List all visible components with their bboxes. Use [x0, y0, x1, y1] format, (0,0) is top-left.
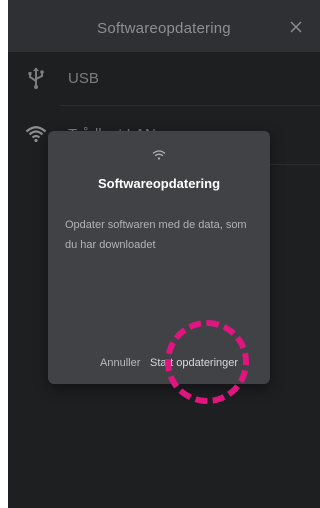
- usb-icon: [16, 52, 56, 104]
- dialog-actions: Annuller Start opdateringer: [48, 353, 270, 373]
- divider: [60, 105, 320, 106]
- start-update-button[interactable]: Start opdateringer: [150, 357, 238, 369]
- close-button[interactable]: [284, 15, 308, 39]
- dialog-title: Softwareopdatering: [97, 176, 221, 191]
- wifi-icon: [48, 149, 270, 169]
- close-icon: [290, 21, 302, 33]
- page-title: Softwareopdatering: [97, 19, 231, 37]
- header-bar: Softwareopdatering: [8, 0, 320, 56]
- list-item-usb[interactable]: USB: [8, 52, 320, 104]
- update-dialog: Softwareopdatering Opdater softwaren med…: [48, 131, 270, 384]
- list-item-label: USB: [68, 69, 99, 87]
- dialog-message: Opdater softwaren med de data, som du ha…: [65, 219, 247, 251]
- cancel-button[interactable]: Annuller: [100, 357, 140, 369]
